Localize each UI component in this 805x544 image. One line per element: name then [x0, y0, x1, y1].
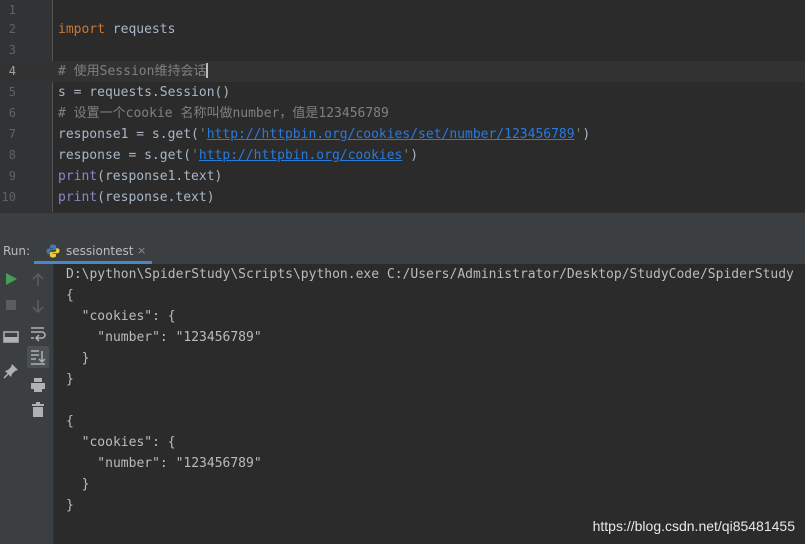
line-number: 8: [8, 148, 16, 162]
console-line: }: [66, 372, 74, 387]
python-icon: [46, 244, 60, 258]
url-link[interactable]: http://httpbin.org/cookies: [199, 148, 403, 163]
stop-icon[interactable]: [0, 294, 22, 316]
line-number: 3: [8, 43, 16, 57]
line-number: 6: [8, 106, 16, 120]
console-line: "cookies": {: [66, 309, 176, 324]
pin-icon[interactable]: [0, 360, 22, 382]
code-comment: # 使用Session维持会话: [58, 64, 207, 79]
console-line: "number": "123456789": [66, 456, 262, 471]
code-line-9[interactable]: print(response1.text): [58, 166, 222, 187]
builtin-print: print: [58, 169, 98, 184]
code-line-5[interactable]: s = requests.Session(): [58, 82, 230, 103]
run-toolbar-left: [0, 264, 22, 544]
line-number: 1: [8, 3, 16, 17]
line-number-active: 4: [8, 64, 16, 78]
print-icon[interactable]: [27, 374, 49, 396]
close-icon[interactable]: ×: [137, 239, 146, 263]
console-line: {: [66, 414, 74, 429]
code-comment: # 设置一个cookie 名称叫做number，值是123456789: [58, 106, 389, 121]
gutter-divider: [52, 0, 53, 212]
arrow-down-icon[interactable]: [27, 295, 49, 317]
console-line: D:\python\SpiderStudy\Scripts\python.exe…: [66, 267, 794, 282]
line-number: 7: [8, 127, 16, 141]
scroll-to-end-icon[interactable]: [27, 346, 49, 368]
code-text: s = requests.Session(): [58, 85, 231, 100]
line-number: 5: [8, 85, 16, 99]
soft-wrap-icon[interactable]: [27, 322, 49, 344]
code-line-7[interactable]: response1 = s.get('http://httpbin.org/co…: [58, 124, 590, 145]
code-text: ): [410, 148, 419, 163]
string-quote: ': [191, 148, 199, 163]
console-line: {: [66, 288, 74, 303]
code-text: (response.text): [97, 190, 215, 205]
console-line: }: [66, 477, 90, 492]
tab-sessiontest[interactable]: sessiontest ×: [34, 239, 152, 264]
run-label: Run:: [3, 244, 31, 258]
run-toolbar-right: [22, 264, 54, 544]
layout-icon[interactable]: [0, 326, 22, 348]
code-line-10[interactable]: print(response.text): [58, 187, 215, 208]
code-text: requests: [104, 22, 176, 37]
text-caret: [206, 63, 209, 78]
code-line-8[interactable]: response = s.get('http://httpbin.org/coo…: [58, 145, 418, 166]
keyword-import: import: [58, 22, 105, 37]
trash-icon[interactable]: [27, 399, 49, 421]
tab-label: sessiontest: [66, 244, 134, 258]
watermark: https://blog.csdn.net/qi85481455: [592, 518, 795, 534]
code-text: response = s.get(: [58, 148, 192, 163]
line-number: 9: [8, 169, 16, 183]
line-number: 2: [8, 22, 16, 36]
code-line-4[interactable]: # 使用Session维持会话: [58, 61, 209, 82]
code-text: (response1.text): [97, 169, 223, 184]
console-line: }: [66, 498, 74, 513]
arrow-up-icon[interactable]: [27, 269, 49, 291]
code-line-6[interactable]: # 设置一个cookie 名称叫做number，值是123456789: [58, 103, 389, 124]
run-icon[interactable]: [0, 268, 22, 290]
console-output[interactable]: D:\python\SpiderStudy\Scripts\python.exe…: [54, 264, 805, 544]
url-link[interactable]: http://httpbin.org/cookies/set/number/12…: [207, 127, 575, 142]
console-line: }: [66, 351, 90, 366]
code-text: ): [582, 127, 591, 142]
code-line-2[interactable]: import requests: [58, 19, 175, 40]
panel-splitter[interactable]: [0, 212, 805, 240]
line-number: 10: [1, 190, 16, 204]
console-line: "number": "123456789": [66, 330, 262, 345]
builtin-print: print: [58, 190, 98, 205]
run-toolwindow-header: Run: sessiontest ×: [0, 239, 805, 265]
string-quote: ': [198, 127, 207, 142]
console-line: "cookies": {: [66, 435, 176, 450]
code-editor[interactable]: 1 2 3 4 5 6 7 8 9 10 import requests # 使…: [0, 0, 805, 212]
code-text: response1 = s.get(: [58, 127, 199, 142]
